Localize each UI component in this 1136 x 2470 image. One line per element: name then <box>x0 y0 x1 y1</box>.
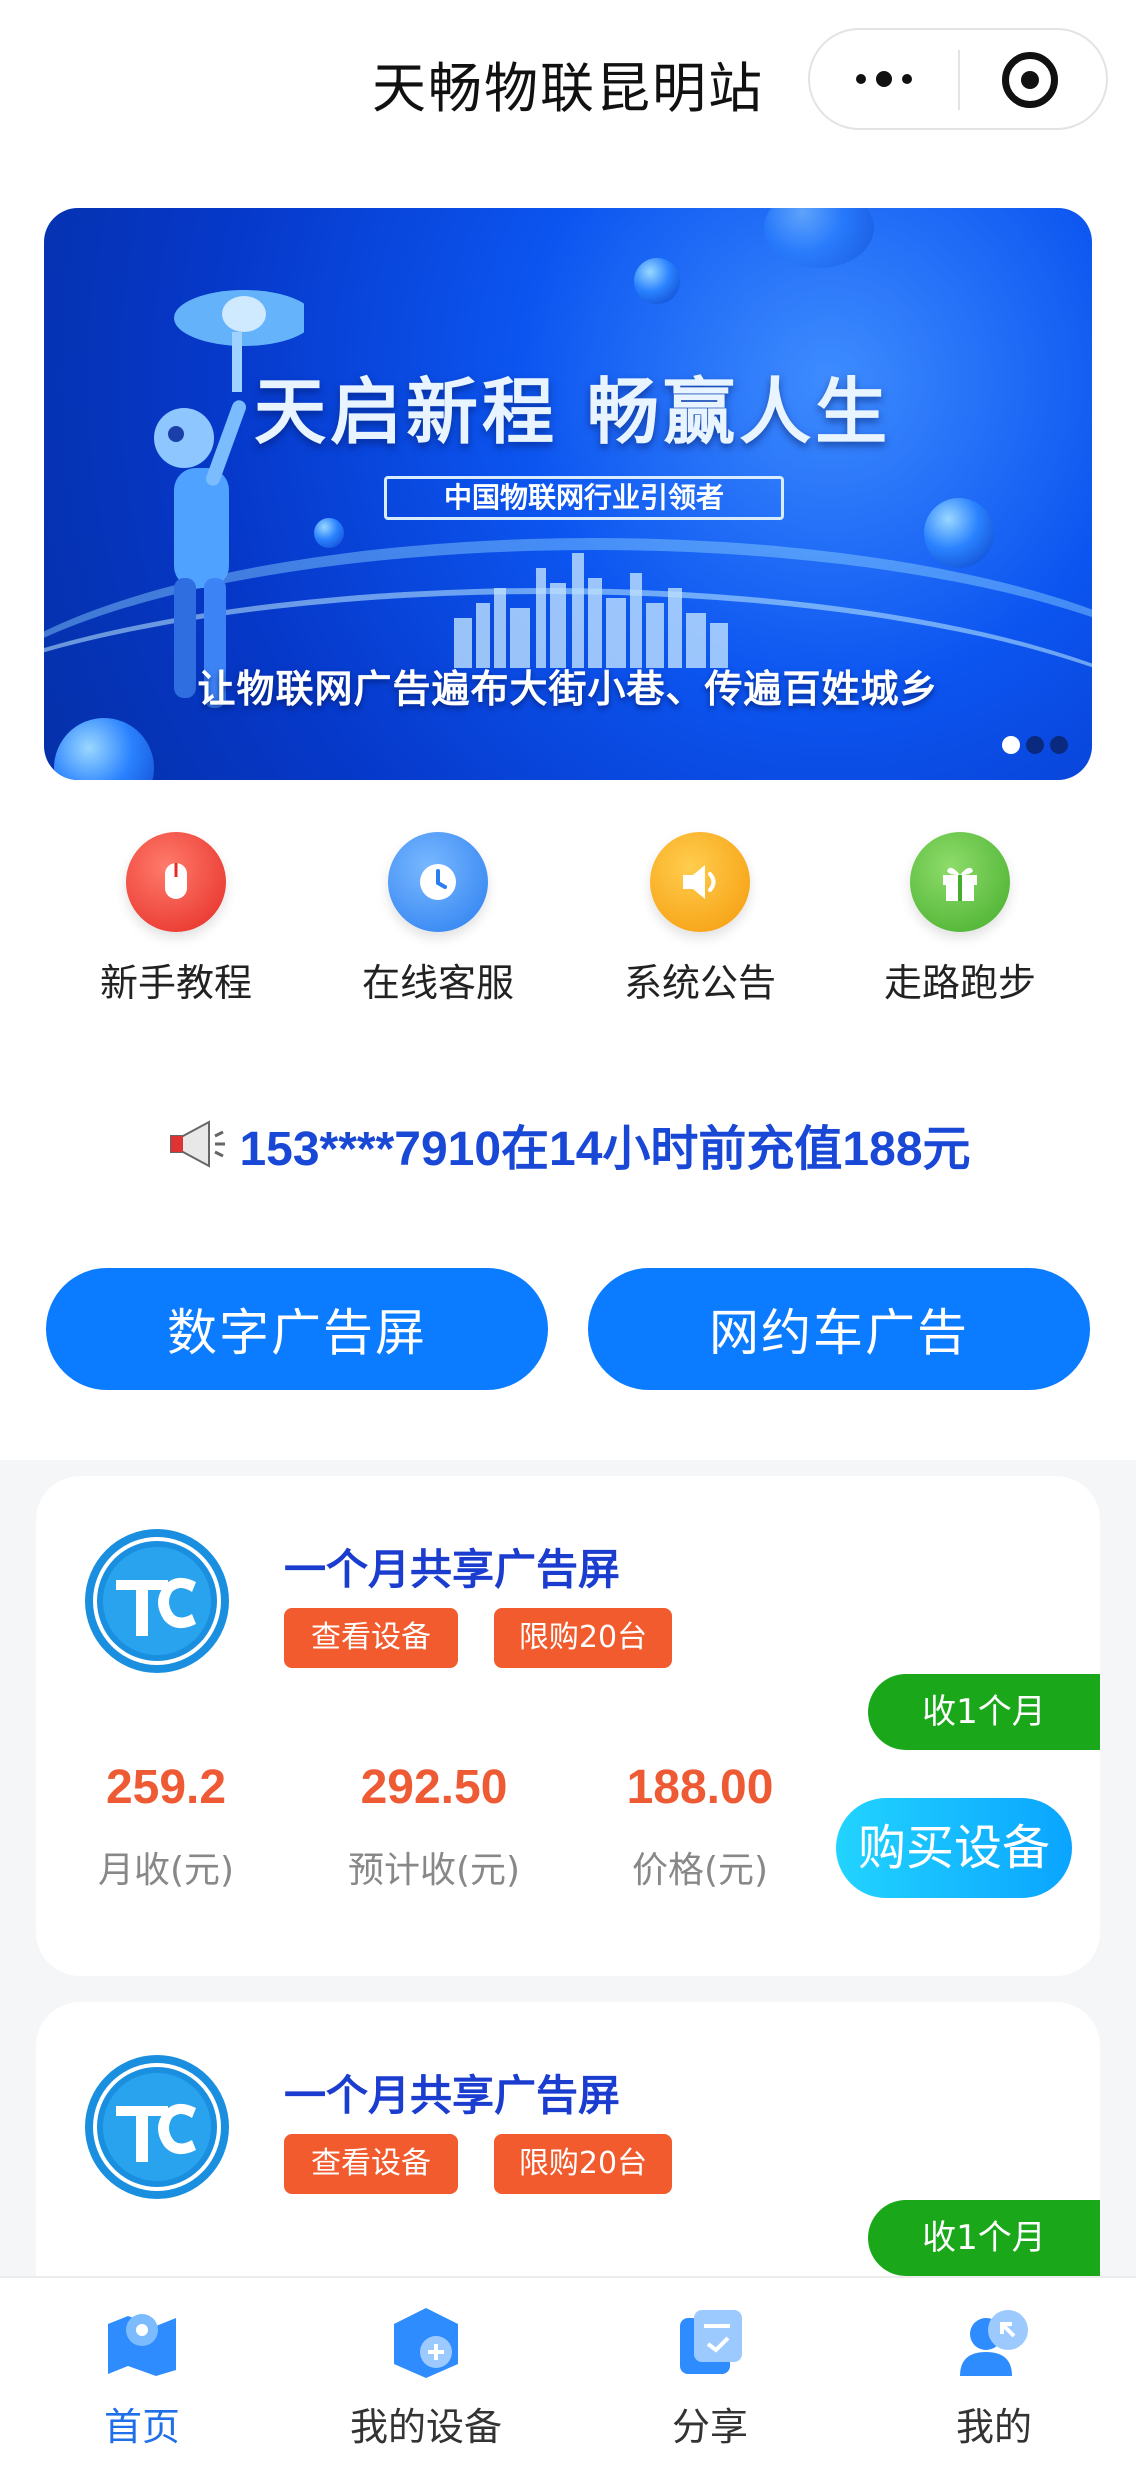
purchase-limit-badge: 限购20台 <box>494 1608 672 1668</box>
return-period-ribbon: 收1个月 <box>868 2200 1100 2276</box>
quick-link-support[interactable]: 在线客服 <box>318 832 558 1007</box>
user-icon <box>960 2310 1028 2376</box>
speaker-icon <box>650 832 750 932</box>
ticker-text: 153****7910在14小时前充值188元 <box>239 1123 971 1176</box>
city-skyline-icon <box>454 553 728 668</box>
stat-label: 月收(元) <box>97 1850 235 1891</box>
quick-link-label: 走路跑步 <box>883 961 1036 1005</box>
tab-label: 首页 <box>103 2405 180 2449</box>
stat-value: 259.2 <box>105 1761 227 1814</box>
banner-bubble <box>314 518 344 548</box>
buy-device-button[interactable]: 购买设备 <box>836 1798 1072 1898</box>
product-name: 一个月共享广告屏 <box>284 1545 621 1594</box>
quick-link-walking[interactable]: 走路跑步 <box>840 832 1080 1007</box>
banner-slogan: 让物联网广告遍布大街小巷、传遍百姓城乡 <box>197 667 939 711</box>
banner-headline: 天启新程 畅赢人生 <box>254 370 892 454</box>
promo-banner[interactable]: 天启新程 畅赢人生 中国物联网行业引领者 让物联网广告遍布大街小巷、传遍百姓城乡 <box>44 208 1092 780</box>
quick-link-label: 在线客服 <box>361 961 514 1005</box>
recharge-ticker: 153****7910在14小时前充值188元 <box>0 1112 1136 1176</box>
close-program-icon[interactable] <box>1002 52 1058 108</box>
tab-home[interactable]: 首页 <box>0 2278 284 2470</box>
return-period-ribbon: 收1个月 <box>868 1674 1100 1750</box>
company-logo-icon <box>85 2055 229 2199</box>
gift-icon <box>910 832 1010 932</box>
robot-illustration-icon <box>154 290 304 708</box>
more-menu-button[interactable] <box>810 30 958 128</box>
stat-label: 预计收(元) <box>347 1850 521 1891</box>
quick-links: 新手教程 在线客服 系统公告 走路跑步 <box>0 832 1136 1012</box>
more-dot-icon <box>902 74 912 84</box>
more-dot-icon <box>876 71 892 87</box>
product-card: 一个月共享广告屏 查看设备 限购20台 收1个月 259.2 月收(元) 292… <box>36 1476 1100 1976</box>
quick-link-tutorial[interactable]: 新手教程 <box>56 832 296 1007</box>
purchase-limit-badge: 限购20台 <box>494 2134 672 2194</box>
stat-value: 188.00 <box>626 1761 774 1814</box>
tab-label: 分享 <box>671 2405 748 2449</box>
mini-program-capsule <box>808 28 1108 130</box>
view-device-button[interactable]: 查看设备 <box>284 2134 458 2194</box>
stat-price: 188.00 价格(元) <box>580 1760 820 1893</box>
stat-value: 292.50 <box>360 1761 508 1814</box>
category-ride-hailing-button[interactable]: 网约车广告 <box>588 1268 1090 1390</box>
mouse-icon <box>126 832 226 932</box>
banner-bubble <box>924 498 994 568</box>
company-logo-icon <box>85 1529 229 1673</box>
quick-link-announcement[interactable]: 系统公告 <box>580 832 820 1007</box>
quick-link-label: 新手教程 <box>99 961 252 1005</box>
stat-label: 价格(元) <box>631 1850 769 1891</box>
banner-bubble <box>764 208 874 268</box>
category-digital-screen-button[interactable]: 数字广告屏 <box>46 1268 548 1390</box>
tab-profile[interactable]: 我的 <box>852 2278 1136 2470</box>
view-device-button[interactable]: 查看设备 <box>284 1608 458 1668</box>
bottom-tab-bar: 首页 我的设备 分享 我的 <box>0 2276 1136 2470</box>
stat-monthly-income: 259.2 月收(元) <box>46 1760 286 1893</box>
carousel-dot[interactable] <box>1050 736 1068 754</box>
clock-icon <box>388 832 488 932</box>
stat-expected-income: 292.50 预计收(元) <box>314 1760 554 1893</box>
share-doc-icon <box>680 2310 742 2374</box>
carousel-dot[interactable] <box>1026 736 1044 754</box>
banner-tagline: 中国物联网行业引领者 <box>384 476 784 520</box>
quick-link-label: 系统公告 <box>623 961 776 1005</box>
megaphone-icon <box>170 1120 226 1168</box>
capsule-divider <box>958 50 960 110</box>
tab-my-devices[interactable]: 我的设备 <box>284 2278 568 2470</box>
tab-share[interactable]: 分享 <box>568 2278 852 2470</box>
carousel-dot-active[interactable] <box>1002 736 1020 754</box>
tab-label: 我的 <box>955 2405 1032 2449</box>
top-bar: 天畅物联昆明站 <box>0 0 1136 160</box>
more-dot-icon <box>856 74 866 84</box>
banner-indicators <box>1002 736 1068 754</box>
home-map-icon <box>108 2314 176 2376</box>
device-add-icon <box>394 2308 458 2378</box>
tab-label: 我的设备 <box>349 2405 502 2449</box>
banner-bubble <box>634 258 680 304</box>
product-name: 一个月共享广告屏 <box>284 2071 621 2120</box>
